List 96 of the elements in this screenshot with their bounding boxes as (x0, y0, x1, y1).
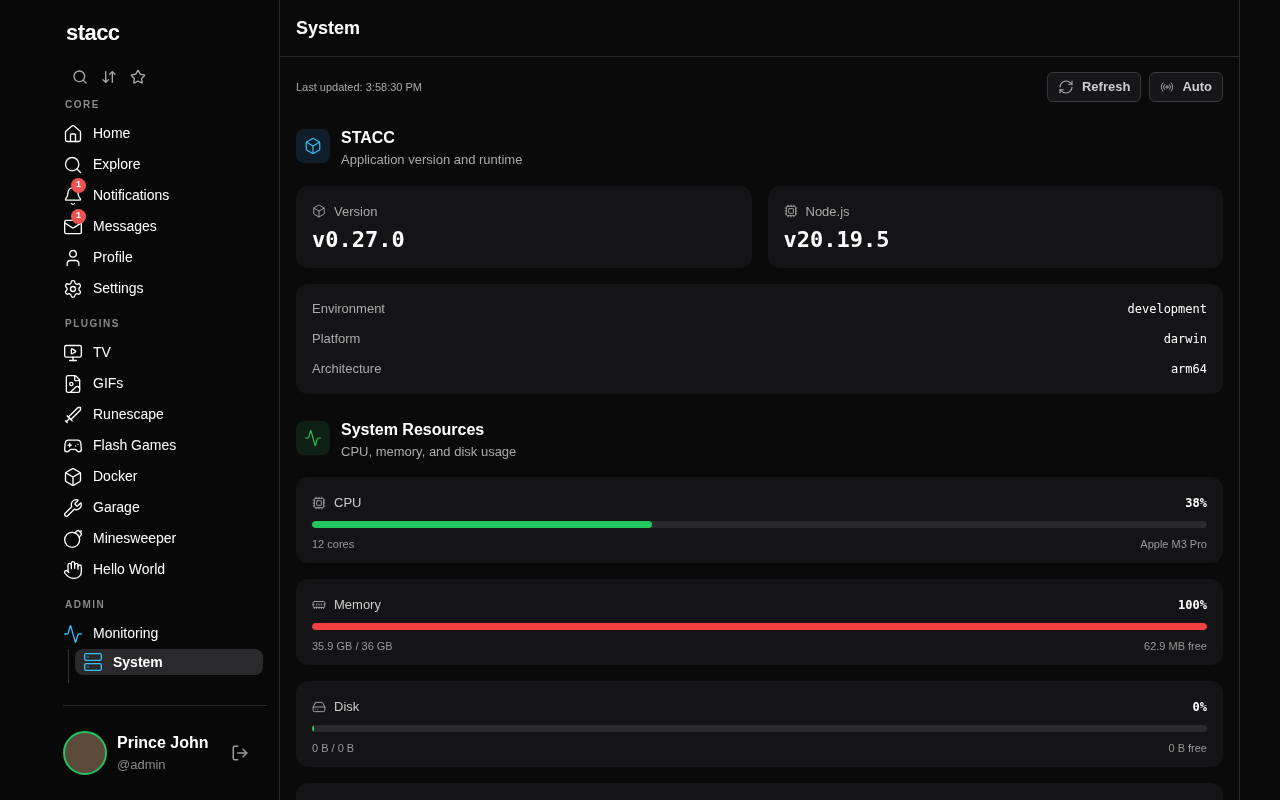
nav-label: Docker (93, 467, 138, 486)
last-updated-text: Last updated: 3:58:30 PM (296, 79, 422, 95)
nav-label: Notifications (93, 186, 170, 205)
nav-item[interactable]: 1 Notifications (63, 180, 263, 211)
stat-label: Version (334, 202, 378, 221)
nav-label: Monitoring (93, 624, 159, 643)
broadcast-icon (1160, 80, 1175, 94)
nav-item[interactable]: GIFs (63, 368, 263, 399)
toolbar-button[interactable]: Auto (1149, 72, 1223, 102)
server-icon (83, 652, 103, 672)
nav-item[interactable]: Garage (63, 492, 263, 523)
search-icon (63, 154, 83, 175)
chip-icon (312, 495, 326, 510)
user-name: Prince John (117, 733, 210, 754)
detail-label: Architecture (312, 359, 382, 378)
nav-label: GIFs (93, 374, 124, 393)
image-icon (63, 373, 83, 394)
drive-icon (312, 699, 326, 714)
resource-detail: 62.9 MB free (1144, 638, 1207, 654)
section-subtitle: CPU, memory, and disk usage (341, 442, 517, 461)
pulse-icon (63, 623, 83, 644)
nav-label: Runescape (93, 405, 164, 424)
nav-label: TV (93, 343, 111, 362)
detail-value: arm64 (1170, 360, 1207, 378)
sort-icon[interactable] (101, 69, 117, 85)
nav-item[interactable]: Profile (63, 242, 263, 273)
stat-label: Node.js (805, 202, 850, 221)
user-handle: @admin (117, 756, 167, 775)
resource-detail: 0 B / 0 B (312, 740, 355, 756)
nav-item[interactable]: Hello World (63, 554, 263, 585)
pulse-icon (304, 428, 322, 447)
section-heading: PLUGINS (65, 317, 121, 331)
avatar (63, 731, 107, 775)
refresh-icon (1057, 79, 1074, 95)
resource-label: Disk (334, 698, 360, 716)
bell-icon (63, 185, 83, 206)
nav-item[interactable]: Monitoring (63, 618, 263, 649)
nav-label: Home (93, 124, 131, 143)
nav-item[interactable]: Settings (63, 273, 263, 304)
nav-item[interactable]: Flash Games (63, 430, 263, 461)
resource-label: Memory (334, 596, 381, 614)
hand-icon (63, 559, 83, 580)
bomb-icon (63, 528, 83, 549)
resource-percent: 38% (1185, 494, 1207, 512)
section-title: STACC (341, 128, 396, 148)
nav-item[interactable]: Explore (63, 149, 263, 180)
chip-icon (783, 204, 798, 219)
nav-item[interactable]: TV (63, 337, 263, 368)
section-title: System Resources (341, 419, 486, 440)
detail-value: development (1127, 300, 1207, 318)
app-logo: stacc (66, 19, 120, 47)
nav-item[interactable]: Home (63, 118, 263, 149)
nav-label: Explore (93, 155, 141, 174)
sword-icon (63, 404, 83, 425)
count-badge: 1 (71, 177, 86, 193)
nav-item[interactable]: Runescape (63, 399, 263, 430)
section-subtitle: Application version and runtime (341, 151, 523, 169)
count-badge: 1 (71, 208, 86, 224)
resource-label: CPU (334, 494, 362, 512)
resource-detail: 35.9 GB / 36 GB (312, 638, 393, 654)
nav-label: Profile (93, 248, 133, 267)
nav-label: Hello World (93, 560, 166, 579)
cube-icon (312, 204, 326, 219)
nav-label: Flash Games (93, 436, 177, 455)
page-title: System (296, 16, 361, 40)
resource-detail: Apple M3 Pro (1140, 536, 1207, 552)
nav-label: Garage (93, 498, 140, 517)
monitor-icon (63, 342, 83, 363)
search-icon[interactable] (72, 69, 88, 85)
star-icon[interactable] (130, 69, 146, 85)
nav-item[interactable]: Docker (63, 461, 263, 492)
logout-icon[interactable] (231, 744, 249, 762)
resource-percent: 0% (1192, 698, 1207, 716)
nav-label: System (113, 652, 163, 672)
nav-label: Settings (93, 279, 144, 298)
nav-label: Minesweeper (93, 529, 177, 548)
settings-icon (63, 278, 83, 299)
stat-value: v20.19.5 (783, 226, 891, 254)
nav-item[interactable]: System (75, 649, 263, 675)
home-icon (63, 123, 83, 144)
stat-value: v0.27.0 (312, 226, 406, 254)
resource-percent: 100% (1178, 596, 1207, 614)
nav-label: Messages (93, 217, 157, 236)
resource-detail: 12 cores (312, 536, 355, 552)
wrench-icon (63, 497, 83, 518)
detail-value: darwin (1163, 330, 1207, 348)
section-heading: CORE (65, 98, 101, 112)
detail-label: Platform (312, 329, 361, 348)
section-heading: ADMIN (65, 598, 107, 612)
cube-icon (63, 466, 83, 487)
toolbar-button[interactable]: Refresh (1046, 72, 1142, 102)
cube-icon (304, 137, 322, 155)
nav-item[interactable]: Minesweeper (63, 523, 263, 554)
detail-label: Environment (312, 299, 385, 318)
nav-item[interactable]: 1 Messages (63, 211, 263, 242)
resource-detail: 0 B free (1168, 740, 1207, 756)
